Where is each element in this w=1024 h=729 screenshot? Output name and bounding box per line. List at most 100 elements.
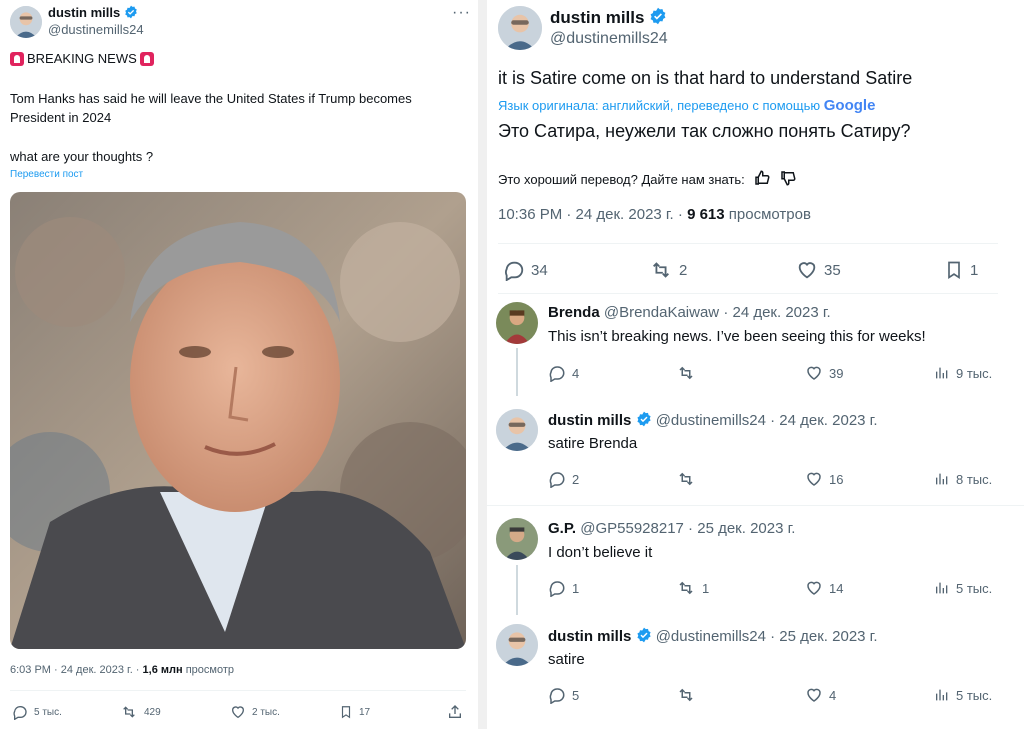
reply-avatar[interactable] — [496, 409, 538, 451]
views-button[interactable]: 5 тыс. — [934, 686, 992, 704]
analytics-icon — [936, 367, 948, 379]
retweet-count: 2 — [679, 261, 688, 279]
analytics-icon — [936, 582, 948, 594]
translate-post-link[interactable]: Перевести пост — [10, 169, 83, 180]
author-avatar[interactable] — [498, 6, 542, 50]
like-button[interactable]: 4 — [805, 686, 836, 704]
share-icon — [449, 705, 461, 718]
verified-badge-icon — [649, 7, 667, 30]
reply-author-handle[interactable]: @dustinemills24 — [656, 628, 766, 645]
reply-button[interactable]: 4 — [548, 364, 579, 382]
siren-emoji-icon — [10, 51, 24, 66]
reply-author-name[interactable]: dustin mills — [548, 412, 631, 429]
like-count: 16 — [829, 471, 844, 487]
thumbs-up-icon[interactable] — [753, 169, 771, 190]
retweet-icon — [679, 581, 693, 595]
more-options-icon[interactable]: ··· — [452, 4, 471, 22]
breaking-news-text: BREAKING NEWS — [27, 51, 137, 66]
views-button[interactable]: 8 тыс. — [934, 470, 992, 488]
reply-date[interactable]: · 24 дек. 2023 г. — [719, 304, 830, 321]
reply-count: 34 — [531, 261, 548, 279]
verified-badge-icon — [636, 411, 652, 431]
retweet-button[interactable]: 2 — [649, 259, 687, 281]
views-count: 5 тыс. — [956, 580, 993, 596]
like-button[interactable]: 39 — [805, 364, 843, 382]
reply-author-name[interactable]: G.P. — [548, 520, 576, 537]
retweet-button[interactable]: 429 — [120, 704, 161, 720]
retweet-button[interactable] — [676, 364, 702, 382]
original-tweet-panel: dustin mills @dustinemills24 ··· BREAKIN… — [0, 0, 478, 729]
bookmark-button[interactable]: 1 — [944, 259, 978, 281]
google-logo: Google — [823, 97, 876, 114]
thumbs-down-icon[interactable] — [779, 169, 797, 190]
author-handle[interactable]: @dustinemills24 — [48, 22, 144, 37]
reply-button[interactable]: 5 — [548, 686, 579, 704]
reply-button[interactable]: 2 — [548, 470, 579, 488]
analytics-icon — [936, 473, 948, 485]
like-count: 39 — [829, 365, 844, 381]
tweet-timestamp[interactable]: 6:03 PM · 24 дек. 2023 г. · — [10, 664, 143, 676]
siren-emoji-icon — [139, 51, 154, 66]
reply-count: 1 — [572, 580, 580, 596]
bookmark-icon — [341, 706, 351, 719]
like-button[interactable]: 35 — [796, 259, 841, 281]
like-button[interactable]: 16 — [805, 470, 843, 488]
reply-icon — [13, 705, 27, 720]
retweet-button[interactable] — [676, 686, 702, 704]
reply-count: 2 — [572, 471, 580, 487]
reply-author-name[interactable]: Brenda — [548, 304, 600, 321]
retweet-icon — [653, 262, 669, 278]
bookmark-icon — [948, 261, 960, 280]
reply-button[interactable]: 1 — [548, 579, 579, 597]
reply-date[interactable]: · 24 дек. 2023 г. — [766, 412, 877, 429]
reply-text: satire — [548, 651, 585, 668]
retweet-count: 429 — [144, 706, 161, 718]
reply-icon — [549, 472, 565, 488]
reply-author-handle[interactable]: @dustinemills24 — [656, 412, 766, 429]
author-handle[interactable]: @dustinemills24 — [550, 30, 668, 48]
heart-icon — [807, 472, 821, 486]
reply-icon — [549, 366, 565, 382]
panel-divider — [478, 0, 487, 729]
share-button[interactable] — [447, 704, 463, 720]
reply-button[interactable]: 5 тыс. — [12, 704, 62, 720]
reply-author-handle[interactable]: @BrendaKaiwaw — [604, 304, 719, 321]
like-button[interactable]: 14 — [805, 579, 843, 597]
reply-author-name[interactable]: dustin mills — [548, 628, 631, 645]
tweet-timestamp[interactable]: 10:36 PM · 24 дек. 2023 г. · — [498, 206, 687, 223]
heart-icon — [807, 366, 821, 380]
translation-note[interactable]: Язык оригинала: английский, переведено с… — [498, 98, 820, 113]
reply-button[interactable]: 34 — [503, 259, 548, 281]
reply-avatar[interactable] — [496, 518, 538, 560]
heart-icon — [807, 688, 821, 702]
reply-avatar[interactable] — [496, 302, 538, 344]
retweet-button[interactable]: 1 — [676, 579, 709, 597]
translation-feedback-question: Это хороший перевод? Дайте нам знать: — [498, 172, 745, 187]
reply-text: I don’t believe it — [548, 544, 653, 561]
author-avatar[interactable] — [10, 6, 42, 38]
like-button[interactable]: 2 тыс. — [230, 704, 280, 720]
view-count: 9 613 — [687, 206, 725, 223]
reply-avatar[interactable] — [496, 624, 538, 666]
bookmark-count: 17 — [359, 706, 371, 718]
views-count: 9 тыс. — [956, 365, 993, 381]
tweet-photo[interactable] — [10, 192, 466, 649]
retweet-button[interactable] — [676, 470, 702, 488]
like-count: 14 — [829, 580, 844, 596]
verified-badge-icon — [636, 627, 652, 647]
like-count: 2 тыс. — [252, 706, 280, 718]
reply-date[interactable]: · 25 дек. 2023 г. — [684, 520, 795, 537]
heart-icon — [798, 262, 816, 279]
heart-icon — [231, 706, 245, 719]
reply-count: 5 — [572, 687, 580, 703]
views-button[interactable]: 5 тыс. — [934, 579, 992, 597]
author-name[interactable]: dustin mills — [550, 8, 644, 27]
author-name[interactable]: dustin mills — [48, 5, 120, 20]
retweet-icon — [679, 366, 693, 380]
reply-icon — [549, 688, 565, 704]
bookmark-button[interactable]: 17 — [339, 704, 370, 720]
reply-date[interactable]: · 25 дек. 2023 г. — [766, 628, 877, 645]
reply-text: satire Brenda — [548, 435, 638, 452]
views-button[interactable]: 9 тыс. — [934, 364, 992, 382]
reply-author-handle[interactable]: @GP55928217 — [580, 520, 684, 537]
